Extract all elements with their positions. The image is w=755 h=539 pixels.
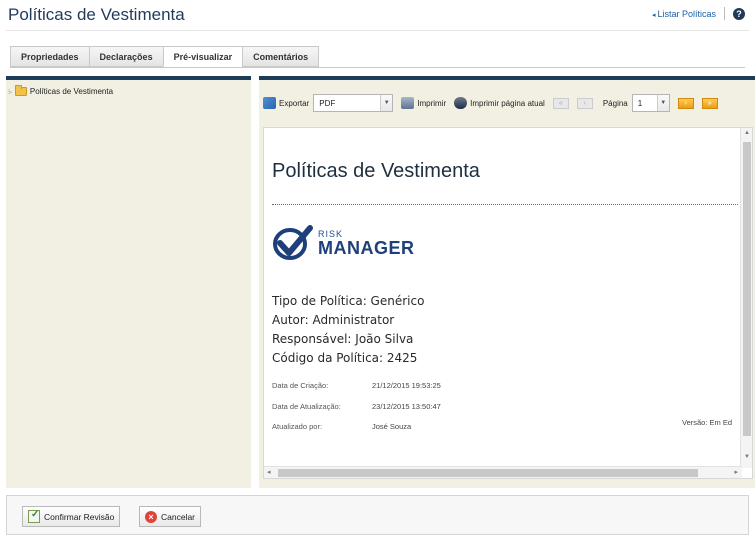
footer-bar: Confirmar Revisão × Cancelar bbox=[6, 495, 749, 535]
print-button[interactable]: Imprimir bbox=[401, 97, 446, 109]
print-current-page-button[interactable]: Imprimir página atual bbox=[454, 97, 545, 109]
tabs-underline bbox=[10, 67, 745, 68]
list-policies-link[interactable]: ◂ Listar Políticas bbox=[652, 9, 716, 19]
cancel-icon: × bbox=[145, 510, 157, 523]
tree-connector: ⁝·· bbox=[8, 88, 13, 96]
scroll-up-icon[interactable]: ▲ bbox=[741, 130, 752, 136]
export-format-select[interactable]: PDF ▼ bbox=[313, 94, 394, 112]
updated-by-value: José Souza bbox=[372, 422, 412, 431]
horizontal-scrollbar[interactable]: ◂ ▸ bbox=[264, 466, 742, 478]
export-label: Exportar bbox=[279, 98, 310, 108]
page-title: Políticas de Vestimenta bbox=[8, 5, 185, 24]
policy-author: Autor: Administrator bbox=[272, 313, 395, 327]
printer-icon bbox=[401, 97, 415, 109]
page-value: 1 bbox=[637, 98, 643, 108]
cancel-label: Cancelar bbox=[161, 511, 196, 522]
tab-preview[interactable]: Pré-visualizar bbox=[162, 46, 243, 67]
page-select[interactable]: 1 ▼ bbox=[631, 94, 670, 112]
help-icon[interactable]: ? bbox=[733, 7, 745, 20]
separator bbox=[724, 7, 725, 20]
first-page-icon[interactable]: « bbox=[552, 97, 569, 109]
tab-bar: Propriedades Declarações Pré-visualizar … bbox=[10, 46, 320, 67]
vertical-scroll-thumb[interactable] bbox=[743, 142, 751, 436]
print-page-icon bbox=[454, 97, 468, 109]
tab-properties[interactable]: Propriedades bbox=[10, 46, 89, 67]
updated-value: 23/12/2015 13:50:47 bbox=[372, 402, 441, 411]
report-toolbar: Exportar PDF ▼ Imprimir Imprimir página … bbox=[263, 88, 755, 118]
updated-label: Data de Atualização: bbox=[272, 402, 341, 411]
logo-check-icon bbox=[273, 225, 313, 260]
chevron-down-icon: ▼ bbox=[380, 95, 393, 111]
tree-node-root[interactable]: ⁝·· Políticas de Vestimenta bbox=[8, 85, 114, 96]
previous-page-icon[interactable]: ‹ bbox=[576, 97, 593, 109]
version-text: Versão: Em Ed bbox=[682, 418, 733, 427]
page-label: Página bbox=[602, 98, 628, 108]
export-icon bbox=[263, 97, 276, 109]
created-label: Data de Criação: bbox=[272, 381, 329, 390]
confirm-review-button[interactable]: Confirmar Revisão bbox=[22, 506, 121, 527]
scroll-down-icon[interactable]: ▼ bbox=[741, 454, 752, 460]
confirm-icon bbox=[28, 509, 40, 523]
triangle-left-icon: ◂ bbox=[651, 11, 656, 19]
document-title: Políticas de Vestimenta bbox=[272, 160, 480, 182]
tree-node-label: Políticas de Vestimenta bbox=[29, 87, 114, 96]
print-label: Imprimir bbox=[417, 98, 447, 108]
document-viewer[interactable]: Políticas de Vestimenta RISK MANAGER Tip… bbox=[263, 127, 753, 479]
scroll-left-icon[interactable]: ◂ bbox=[267, 468, 271, 476]
tree-panel: ⁝·· Políticas de Vestimenta bbox=[6, 76, 251, 488]
dotted-divider bbox=[272, 204, 738, 205]
created-value: 21/12/2015 19:53:25 bbox=[372, 381, 441, 390]
vertical-scrollbar[interactable]: ▲ ▼ bbox=[740, 128, 752, 468]
chevron-down-icon: ▼ bbox=[656, 95, 669, 111]
title-divider bbox=[6, 30, 749, 31]
preview-panel: Exportar PDF ▼ Imprimir Imprimir página … bbox=[259, 76, 755, 488]
horizontal-scroll-thumb[interactable] bbox=[278, 469, 698, 477]
risk-manager-logo: RISK MANAGER bbox=[272, 224, 415, 262]
policy-type: Tipo de Política: Genérico bbox=[272, 294, 425, 308]
last-page-icon[interactable]: » bbox=[701, 97, 718, 109]
next-page-icon[interactable]: › bbox=[677, 97, 694, 109]
list-policies-label: Listar Políticas bbox=[657, 8, 716, 19]
export-format-value: PDF bbox=[319, 98, 336, 108]
print-current-page-label: Imprimir página atual bbox=[470, 98, 545, 108]
policy-responsible: Responsável: João Silva bbox=[272, 332, 414, 346]
logo-big-text: MANAGER bbox=[318, 237, 415, 258]
tab-declarations[interactable]: Declarações bbox=[88, 46, 163, 67]
top-right-links: ◂ Listar Políticas ? bbox=[652, 7, 745, 20]
logo-text: RISK MANAGER bbox=[318, 229, 415, 258]
export-button[interactable]: Exportar bbox=[263, 97, 309, 109]
folder-icon bbox=[14, 85, 27, 96]
policy-code: Código da Política: 2425 bbox=[272, 351, 418, 365]
confirm-review-label: Confirmar Revisão bbox=[44, 511, 115, 522]
cancel-button[interactable]: × Cancelar bbox=[139, 506, 202, 527]
updated-by-label: Atualizado por: bbox=[272, 422, 323, 431]
tab-comments[interactable]: Comentários bbox=[242, 46, 320, 67]
scroll-right-icon[interactable]: ▸ bbox=[734, 468, 738, 476]
